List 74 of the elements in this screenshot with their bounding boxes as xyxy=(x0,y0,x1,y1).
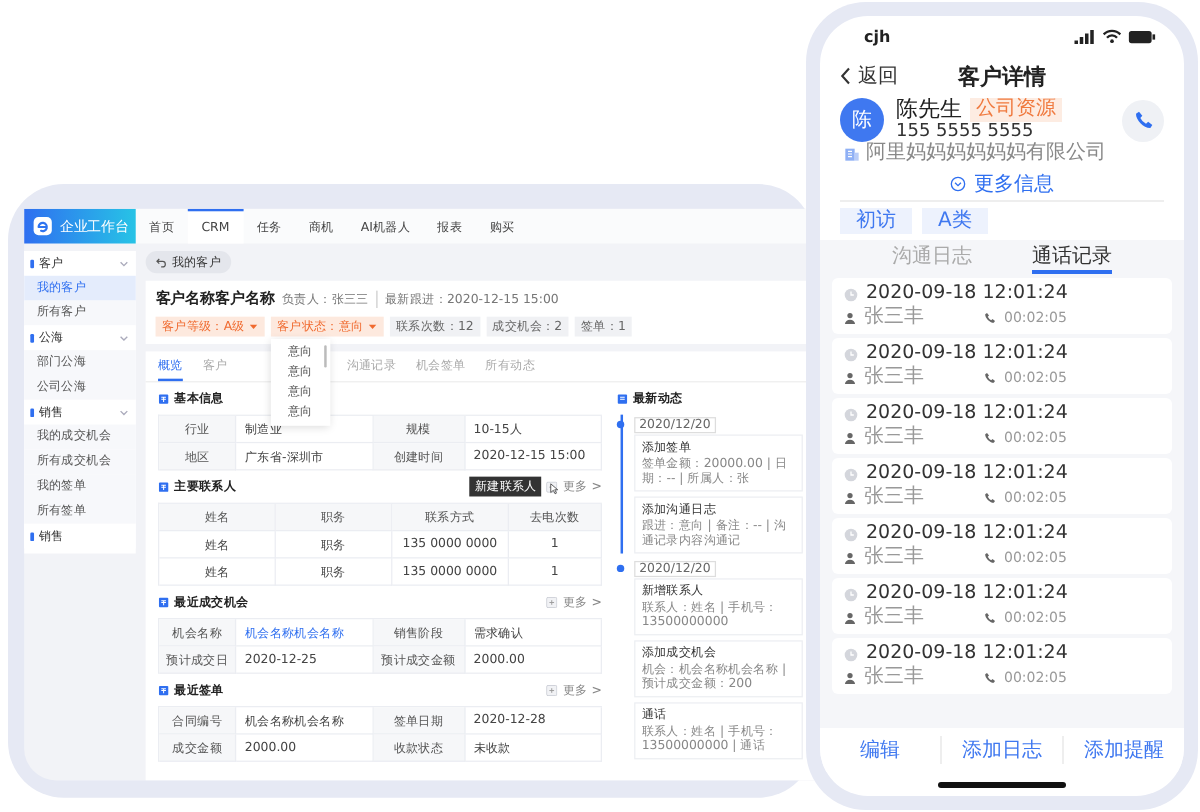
phone-icon xyxy=(984,432,996,444)
caller-name: 张三丰 xyxy=(864,306,924,330)
chevron-down-icon xyxy=(118,332,130,344)
battery-icon xyxy=(1128,29,1156,43)
action-button[interactable]: 添加提醒 xyxy=(1062,736,1184,764)
call-time: 2020-09-18 12:01:24 xyxy=(866,402,1068,425)
clock-icon xyxy=(844,587,858,601)
phone-icon xyxy=(984,312,996,324)
phone-icon xyxy=(984,372,996,384)
caret-icon xyxy=(367,321,378,332)
app-logo-icon xyxy=(32,216,53,237)
section-icon xyxy=(158,392,170,405)
person-icon xyxy=(844,672,856,684)
chevron-left-icon xyxy=(840,66,852,86)
call-time: 2020-09-18 12:01:24 xyxy=(866,462,1068,485)
more-info-button[interactable]: 更多信息 xyxy=(840,168,1164,202)
phone-icon xyxy=(984,552,996,564)
add-icon[interactable] xyxy=(546,684,558,696)
clock-icon xyxy=(844,347,858,361)
home-indicator xyxy=(938,781,1066,787)
caller-name: 张三丰 xyxy=(864,546,924,570)
chevron-circle-icon xyxy=(950,176,966,192)
contact-name: 陈先生 xyxy=(896,98,962,122)
timeline-dot xyxy=(616,564,625,573)
caller-name: 张三丰 xyxy=(864,666,924,690)
section-icon xyxy=(158,596,170,608)
carrier-name: cjh xyxy=(864,27,891,45)
person-icon xyxy=(844,372,856,384)
scrollbar-thumb[interactable] xyxy=(324,345,327,368)
phone-icon xyxy=(984,612,996,624)
call-time: 2020-09-18 12:01:24 xyxy=(866,642,1068,665)
phone-icon xyxy=(1133,110,1153,130)
chevron-down-icon xyxy=(118,257,130,269)
section-icon xyxy=(158,684,170,696)
clock-icon xyxy=(844,647,858,661)
person-icon xyxy=(844,312,856,324)
clock-icon xyxy=(844,467,858,481)
wifi-icon xyxy=(1102,28,1122,44)
caller-name: 张三丰 xyxy=(864,366,924,390)
back-button[interactable]: 返回 xyxy=(840,62,898,90)
building-icon xyxy=(844,146,860,162)
person-icon xyxy=(844,552,856,564)
chevron-down-icon xyxy=(118,406,130,418)
caller-name: 张三丰 xyxy=(864,606,924,630)
section-icon xyxy=(616,392,628,405)
caller-name: 张三丰 xyxy=(864,486,924,510)
person-icon xyxy=(844,432,856,444)
phone-icon xyxy=(984,492,996,504)
call-time: 2020-09-18 12:01:24 xyxy=(866,282,1068,305)
section-icon xyxy=(158,481,170,493)
clock-icon xyxy=(844,527,858,541)
call-time: 2020-09-18 12:01:24 xyxy=(866,522,1068,545)
avatar: 陈 xyxy=(840,98,884,142)
phone-number: 155 5555 5555 xyxy=(896,122,1036,142)
action-button[interactable]: 编辑 xyxy=(820,736,940,764)
person-icon xyxy=(844,492,856,504)
tag: A类 xyxy=(922,208,988,234)
company-name: 阿里妈妈妈妈妈妈有限公司 xyxy=(866,142,1106,166)
action-button[interactable]: 添加日志 xyxy=(940,736,1062,764)
phone-icon xyxy=(984,672,996,684)
clock-icon xyxy=(844,407,858,421)
screen-title: 客户详情 xyxy=(958,61,1046,91)
source-badge: 公司资源 xyxy=(970,98,1062,122)
signal-icon xyxy=(1074,29,1096,43)
call-time: 2020-09-18 12:01:24 xyxy=(866,342,1068,365)
caret-icon xyxy=(248,321,259,332)
caller-name: 张三丰 xyxy=(864,426,924,450)
clock-icon xyxy=(844,287,858,301)
call-time: 2020-09-18 12:01:24 xyxy=(866,582,1068,605)
call-button[interactable] xyxy=(1122,99,1164,141)
tag: 初访 xyxy=(840,208,912,234)
cursor-icon xyxy=(550,482,560,496)
add-icon[interactable] xyxy=(546,596,558,608)
person-icon xyxy=(844,612,856,624)
